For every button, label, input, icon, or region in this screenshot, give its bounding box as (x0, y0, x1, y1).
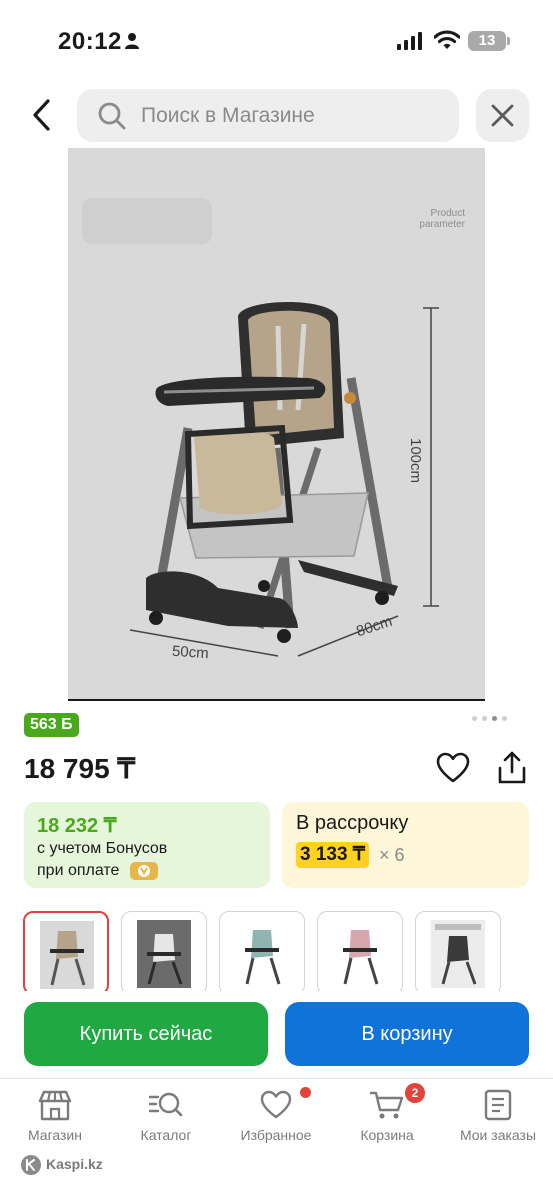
cellular-signal-icon (397, 32, 422, 50)
caption-line-1: Product (430, 208, 465, 219)
cart-icon (369, 1091, 404, 1119)
bonus-line-2: при оплате (37, 862, 120, 879)
caption-line-2: parameter (419, 219, 465, 230)
thumbnail-1[interactable] (23, 911, 109, 991)
thumbnail-5[interactable] (415, 911, 501, 991)
buy-now-button[interactable]: Купить сейчас (24, 1002, 268, 1066)
thumbnail-strip (23, 911, 529, 991)
dimension-width-label: 50cm (171, 642, 210, 663)
person-icon (125, 33, 139, 49)
nav-item-orders[interactable]: Мои заказы (448, 1089, 548, 1149)
carousel-dot-active[interactable] (492, 716, 497, 721)
nav-item-favorites[interactable]: Избранное (226, 1089, 326, 1149)
catalog-search-icon (148, 1092, 183, 1117)
product-parameter-caption: Product parameter (419, 208, 465, 230)
thumbnail-image (333, 920, 387, 988)
bonus-price-card[interactable]: 18 232 ₸ с учетом Бонусов при оплате (24, 802, 270, 888)
status-bar: 20:12 13 (0, 0, 553, 80)
thumbnail-image (431, 920, 485, 988)
bonus-coin-icon (129, 861, 158, 880)
installment-card[interactable]: В рассрочку 3 133 ₸ × 6 (282, 802, 529, 888)
kaspi-brand-text: Kaspi.kz (46, 1156, 103, 1172)
shop-icon (38, 1090, 72, 1121)
product-page: 20:12 13 Поиск в Магазине Product parame… (0, 0, 553, 1200)
carousel-dot[interactable] (502, 716, 507, 721)
installment-title: В рассрочку (296, 812, 409, 834)
kaspi-logo-icon (21, 1155, 41, 1175)
product-image[interactable]: Product parameter 100cm 50cm 80cm (68, 148, 485, 701)
nav-item-shop[interactable]: Магазин (5, 1089, 105, 1149)
carousel-dots (472, 716, 507, 721)
status-time: 20:12 (58, 28, 122, 55)
add-to-cart-button[interactable]: В корзину (285, 1002, 529, 1066)
installment-multiplier: × 6 (379, 845, 405, 865)
thumbnail-4[interactable] (317, 911, 403, 991)
bonus-badge: 563 Б (24, 713, 79, 737)
nav-label-catalog: Каталог (140, 1127, 192, 1143)
nav-label-orders: Мои заказы (459, 1127, 537, 1143)
close-button[interactable] (476, 89, 529, 142)
bonus-line-1: с учетом Бонусов (37, 840, 168, 857)
battery-indicator: 13 (468, 31, 506, 51)
product-price: 18 795 ₸ (24, 753, 136, 784)
back-button[interactable] (24, 95, 64, 135)
carousel-dot[interactable] (482, 716, 487, 721)
thumbnail-image (235, 920, 289, 988)
thumbnail-image (40, 921, 94, 989)
high-chair-illustration (82, 198, 439, 657)
cart-count-badge: 2 (405, 1083, 425, 1103)
wifi-icon (434, 30, 460, 49)
thumbnail-2[interactable] (121, 911, 207, 991)
bonus-description: с учетом Бонусов при оплате (37, 838, 167, 882)
thumbnail-3[interactable] (219, 911, 305, 991)
nav-label-favorites: Избранное (240, 1127, 312, 1143)
search-icon (98, 102, 126, 130)
dimension-height-label: 100cm (407, 438, 424, 484)
nav-label-cart: Корзина (360, 1127, 414, 1143)
battery-tip (507, 37, 510, 45)
search-placeholder: Поиск в Магазине (141, 104, 315, 127)
favorites-notification-dot (300, 1087, 311, 1098)
close-icon (491, 104, 514, 127)
heart-icon (260, 1090, 292, 1119)
favorite-heart-icon[interactable] (436, 752, 470, 784)
nav-label-shop: Магазин (27, 1127, 82, 1143)
carousel-dot[interactable] (472, 716, 477, 721)
bonus-price: 18 232 ₸ (37, 815, 117, 837)
bottom-nav: Магазин Каталог Избранное Корзина 2 Мои … (0, 1078, 553, 1200)
share-icon[interactable] (496, 750, 528, 786)
search-input[interactable]: Поиск в Магазине (77, 89, 459, 142)
installment-monthly-price: 3 133 ₸ (296, 842, 369, 868)
orders-list-icon (484, 1089, 512, 1121)
thumbnail-image (137, 920, 191, 988)
nav-item-catalog[interactable]: Каталог (116, 1089, 216, 1149)
